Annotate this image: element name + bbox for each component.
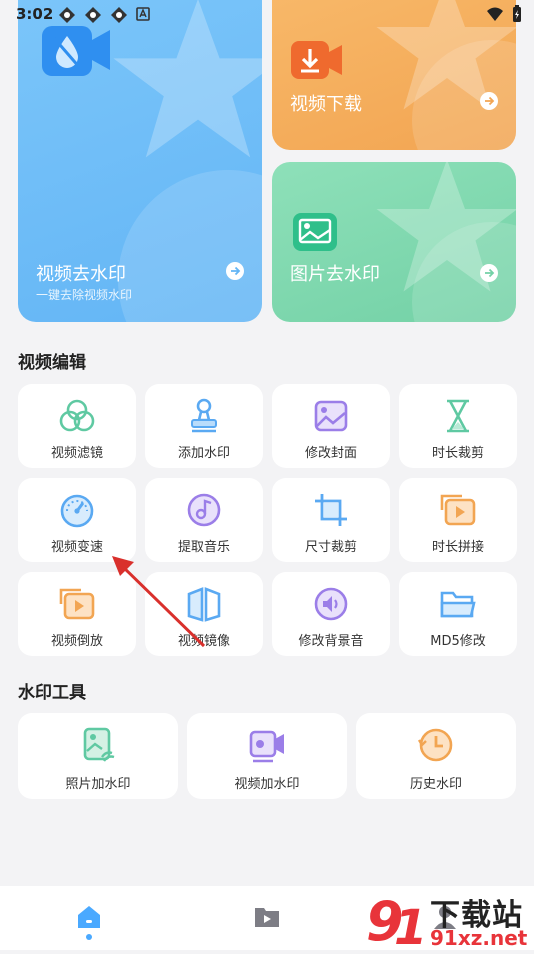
tool-label: 历史水印 [409, 777, 462, 792]
filter-circles-icon [59, 399, 95, 432]
history-clock-icon [417, 728, 453, 762]
speaker-icon [314, 587, 348, 621]
a-badge-icon [136, 7, 150, 21]
image-remove-watermark-icon [292, 212, 338, 252]
photo-add-watermark-button[interactable]: 照片加水印 [18, 713, 178, 799]
stamp-icon [191, 398, 217, 433]
tool-label: 视频变速 [50, 540, 103, 555]
video-download-icon [290, 40, 344, 82]
star-decoration-icon [376, 162, 516, 292]
status-bar: 3:02 [0, 0, 534, 28]
status-notification-icons [58, 6, 150, 24]
site-watermark-logo: 9 1 下载站 91xz.net [364, 888, 534, 954]
wifi-icon [487, 7, 503, 21]
image-remove-watermark-title: 图片去水印 [290, 264, 380, 285]
annotation-arrow-icon [112, 556, 206, 648]
video-edit-section-title: 视频编辑 [18, 353, 86, 373]
home-icon[interactable] [74, 902, 104, 932]
image-remove-watermark-card[interactable]: 图片去水印 [272, 162, 516, 322]
add-watermark-button[interactable]: 添加水印 [145, 384, 263, 468]
photo-watermark-icon [83, 727, 115, 762]
speedometer-icon [60, 494, 94, 528]
md5-modify-button[interactable]: MD5修改 [399, 572, 517, 656]
tool-label: 添加水印 [177, 446, 230, 461]
size-crop-button[interactable]: 尺寸裁剪 [272, 478, 390, 562]
app-notification-icon [59, 7, 75, 23]
active-tab-indicator [86, 934, 92, 940]
video-remove-watermark-title: 视频去水印 [36, 264, 126, 285]
tool-label: 修改背景音 [298, 634, 364, 649]
video-remove-watermark-icon [40, 24, 112, 80]
tool-label: 修改封面 [304, 446, 357, 461]
tool-label: 视频加水印 [234, 777, 300, 792]
tool-label: 时长拼接 [431, 540, 484, 555]
tool-label: 视频滤镜 [50, 446, 103, 461]
tool-label: 尺寸裁剪 [304, 540, 357, 555]
tool-label: 视频倒放 [50, 634, 103, 649]
watermark-tools-section-title: 水印工具 [18, 683, 86, 703]
status-system-icons [486, 5, 522, 23]
watermark-text-bottom: 91xz.net [430, 926, 528, 950]
duration-join-button[interactable]: 时长拼接 [399, 478, 517, 562]
video-join-icon [440, 494, 476, 526]
duration-trim-button[interactable]: 时长裁剪 [399, 384, 517, 468]
tool-label: 照片加水印 [65, 777, 131, 792]
tool-label: 时长裁剪 [431, 446, 484, 461]
hourglass-icon [447, 399, 469, 433]
arrow-right-icon [226, 262, 244, 280]
arrow-right-icon [480, 264, 498, 282]
video-watermark-icon [249, 730, 284, 763]
video-folder-icon[interactable] [252, 902, 282, 932]
app-notification-icon [111, 7, 127, 23]
video-remove-watermark-subtitle: 一键去除视频水印 [36, 288, 133, 302]
video-remove-watermark-card[interactable]: 视频去水印 一键去除视频水印 [18, 0, 262, 322]
folder-icon [440, 591, 476, 618]
history-watermark-button[interactable]: 历史水印 [356, 713, 516, 799]
video-add-watermark-button[interactable]: 视频加水印 [187, 713, 347, 799]
battery-icon [513, 5, 521, 22]
tool-label: MD5修改 [430, 634, 486, 649]
arrow-right-icon [480, 92, 498, 110]
app-notification-icon [85, 7, 101, 23]
image-cover-icon [314, 400, 348, 432]
edit-cover-button[interactable]: 修改封面 [272, 384, 390, 468]
video-download-title: 视频下载 [290, 94, 362, 115]
music-disc-icon [187, 493, 221, 527]
crop-icon [315, 494, 347, 526]
status-time: 3:02 [16, 5, 54, 23]
video-filter-button[interactable]: 视频滤镜 [18, 384, 136, 468]
edit-background-sound-button[interactable]: 修改背景音 [272, 572, 390, 656]
svg-text:1: 1 [394, 900, 427, 950]
video-reverse-icon [59, 588, 95, 620]
